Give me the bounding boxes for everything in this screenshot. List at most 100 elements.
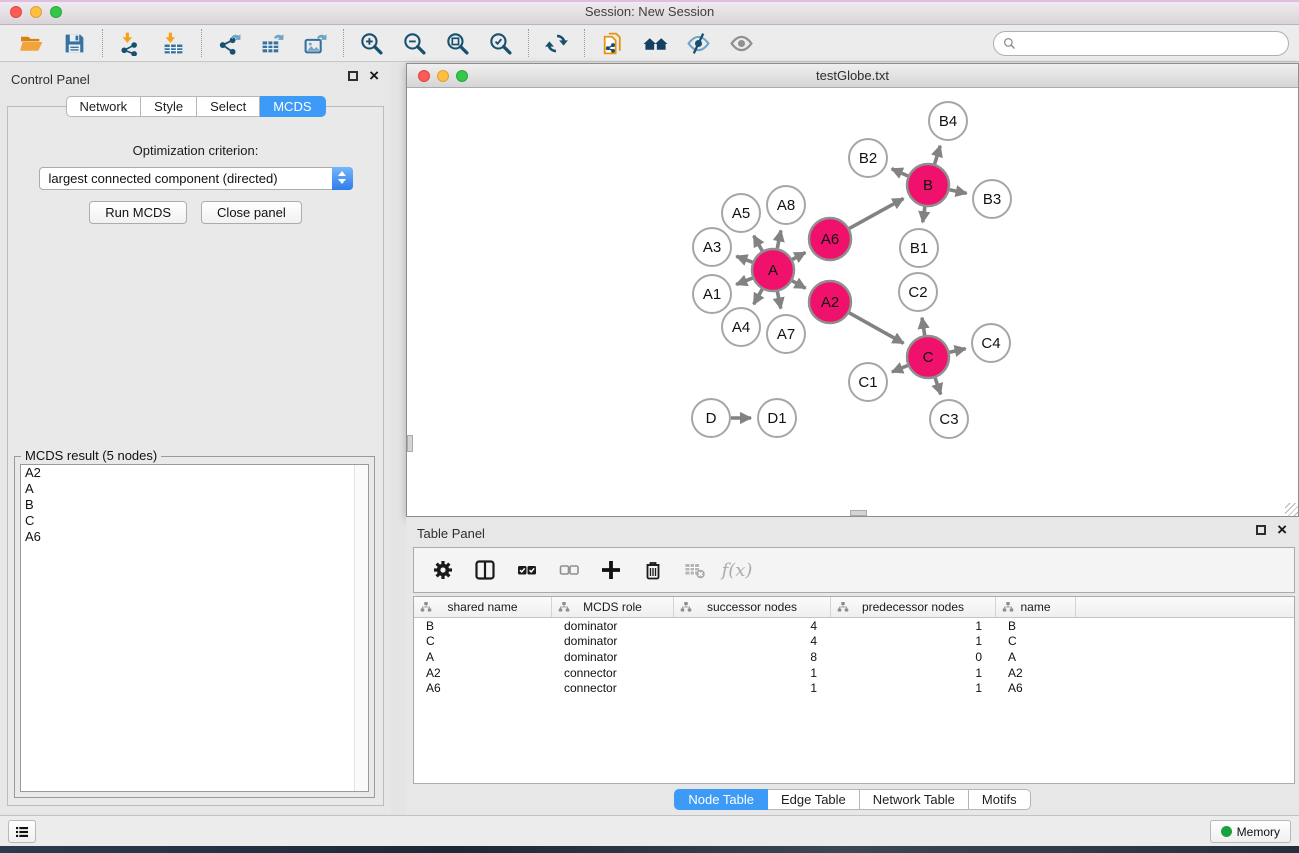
criterion-dropdown[interactable]: largest connected component (directed) [39, 167, 353, 190]
network-canvas[interactable]: B4B2BB3A8A5A6A3B1AA1C2A2A4A7C4CC1C3DD1 [407, 89, 1298, 516]
mcds-result-item[interactable]: C [21, 513, 368, 529]
graph-node-A5[interactable]: A5 [722, 194, 760, 232]
hide-selected-button[interactable] [677, 26, 720, 60]
cell-shared-name[interactable]: C [414, 634, 552, 648]
tab-network[interactable]: Network [65, 96, 141, 117]
graph-node-A4[interactable]: A4 [722, 308, 760, 346]
graph-edge-A2-C[interactable] [849, 313, 903, 344]
cell-name[interactable]: A2 [996, 666, 1076, 680]
graph-node-A8[interactable]: A8 [767, 186, 805, 224]
network-minimize-button[interactable] [437, 70, 449, 82]
deselect-all-button[interactable] [550, 551, 588, 589]
export-network-button[interactable] [208, 26, 251, 60]
show-all-button[interactable] [720, 26, 763, 60]
graph-edge-A-A2[interactable] [792, 281, 805, 289]
cell-shared-name[interactable]: A2 [414, 666, 552, 680]
network-graph[interactable]: B4B2BB3A8A5A6A3B1AA1C2A2A4A7C4CC1C3DD1 [407, 89, 1298, 517]
cell-successor-nodes[interactable]: 4 [674, 634, 831, 648]
mcds-result-item[interactable]: A6 [21, 529, 368, 545]
cell-name[interactable]: C [996, 634, 1076, 648]
table-row[interactable]: Bdominator41B [414, 618, 1294, 634]
cell-predecessor-nodes[interactable]: 1 [831, 619, 996, 633]
save-session-button[interactable] [53, 26, 96, 60]
table-row[interactable]: A2connector11A2 [414, 665, 1294, 681]
delete-column-button[interactable] [634, 551, 672, 589]
refresh-button[interactable] [535, 26, 578, 60]
new-network-from-selection-button[interactable] [591, 26, 634, 60]
graph-node-A2[interactable]: A2 [809, 281, 851, 323]
table-row[interactable]: Cdominator41C [414, 634, 1294, 650]
close-window-button[interactable] [10, 6, 22, 18]
tab-select[interactable]: Select [197, 96, 260, 117]
cell-shared-name[interactable]: A [414, 650, 552, 664]
open-session-button[interactable] [10, 26, 53, 60]
zoom-in-button[interactable] [350, 26, 393, 60]
graph-node-B3[interactable]: B3 [973, 180, 1011, 218]
task-history-button[interactable] [8, 820, 36, 843]
cell-predecessor-nodes[interactable]: 1 [831, 666, 996, 680]
zoom-selected-button[interactable] [479, 26, 522, 60]
close-panel-button[interactable]: Close panel [201, 201, 302, 224]
mcds-result-item[interactable]: A2 [21, 465, 368, 481]
graph-edge-A-A4[interactable] [754, 289, 763, 304]
export-table-button[interactable] [251, 26, 294, 60]
tab-edge-table[interactable]: Edge Table [768, 789, 860, 810]
cell-successor-nodes[interactable]: 4 [674, 619, 831, 633]
graph-edge-A6-B[interactable] [849, 199, 903, 229]
table-panel-float-icon[interactable] [1256, 525, 1266, 535]
tab-mcds[interactable]: MCDS [260, 96, 325, 117]
mcds-result-item[interactable]: A [21, 481, 368, 497]
cell-predecessor-nodes[interactable]: 1 [831, 681, 996, 695]
horizontal-scrollbar[interactable] [850, 510, 867, 516]
table-panel-close-icon[interactable]: × [1277, 525, 1287, 535]
cell-MCDS-role[interactable]: connector [552, 681, 674, 695]
column-view-button[interactable] [466, 551, 504, 589]
mcds-result-item[interactable]: B [21, 497, 368, 513]
network-window-titlebar[interactable]: testGlobe.txt [407, 64, 1298, 88]
graph-edge-B-B2[interactable] [892, 169, 908, 176]
graph-edge-A-A5[interactable] [754, 236, 763, 251]
table-row[interactable]: Adominator80A [414, 649, 1294, 665]
graph-node-B[interactable]: B [907, 164, 949, 206]
graph-edge-C-C3[interactable] [935, 378, 941, 395]
control-panel-close-icon[interactable]: × [369, 71, 379, 81]
network-close-button[interactable] [418, 70, 430, 82]
table-row[interactable]: A6connector11A6 [414, 680, 1294, 696]
cell-predecessor-nodes[interactable]: 1 [831, 634, 996, 648]
graph-node-A6[interactable]: A6 [809, 218, 851, 260]
column-header-name[interactable]: name [996, 597, 1076, 617]
select-all-button[interactable] [508, 551, 546, 589]
minimize-window-button[interactable] [30, 6, 42, 18]
cell-predecessor-nodes[interactable]: 0 [831, 650, 996, 664]
cell-successor-nodes[interactable]: 1 [674, 666, 831, 680]
graph-node-C2[interactable]: C2 [899, 273, 937, 311]
graph-node-B4[interactable]: B4 [929, 102, 967, 140]
column-header-predecessor-nodes[interactable]: predecessor nodes [831, 597, 996, 617]
search-box[interactable] [993, 31, 1289, 56]
cell-name[interactable]: A6 [996, 681, 1076, 695]
add-column-button[interactable] [592, 551, 630, 589]
graph-edge-A-A6[interactable] [792, 252, 805, 259]
tab-node-table[interactable]: Node Table [674, 789, 768, 810]
graph-node-B2[interactable]: B2 [849, 139, 887, 177]
graph-node-A[interactable]: A [752, 249, 794, 291]
cell-shared-name[interactable]: B [414, 619, 552, 633]
run-mcds-button[interactable]: Run MCDS [89, 201, 187, 224]
memory-button[interactable]: Memory [1210, 820, 1291, 843]
column-header-shared-name[interactable]: shared name [414, 597, 552, 617]
graph-edge-B-B4[interactable] [935, 146, 941, 164]
cell-MCDS-role[interactable]: dominator [552, 634, 674, 648]
graph-edge-C-C1[interactable] [892, 366, 908, 373]
cell-MCDS-role[interactable]: dominator [552, 650, 674, 664]
graph-node-B1[interactable]: B1 [900, 229, 938, 267]
import-table-button[interactable] [152, 26, 195, 60]
graph-node-A3[interactable]: A3 [693, 228, 731, 266]
graph-edge-B-B1[interactable] [923, 207, 925, 223]
column-header-MCDS-role[interactable]: MCDS role [552, 597, 674, 617]
network-maximize-button[interactable] [456, 70, 468, 82]
cell-successor-nodes[interactable]: 8 [674, 650, 831, 664]
graph-node-C[interactable]: C [907, 336, 949, 378]
cell-name[interactable]: A [996, 650, 1076, 664]
zoom-out-button[interactable] [393, 26, 436, 60]
graph-edge-B-B3[interactable] [950, 190, 967, 194]
